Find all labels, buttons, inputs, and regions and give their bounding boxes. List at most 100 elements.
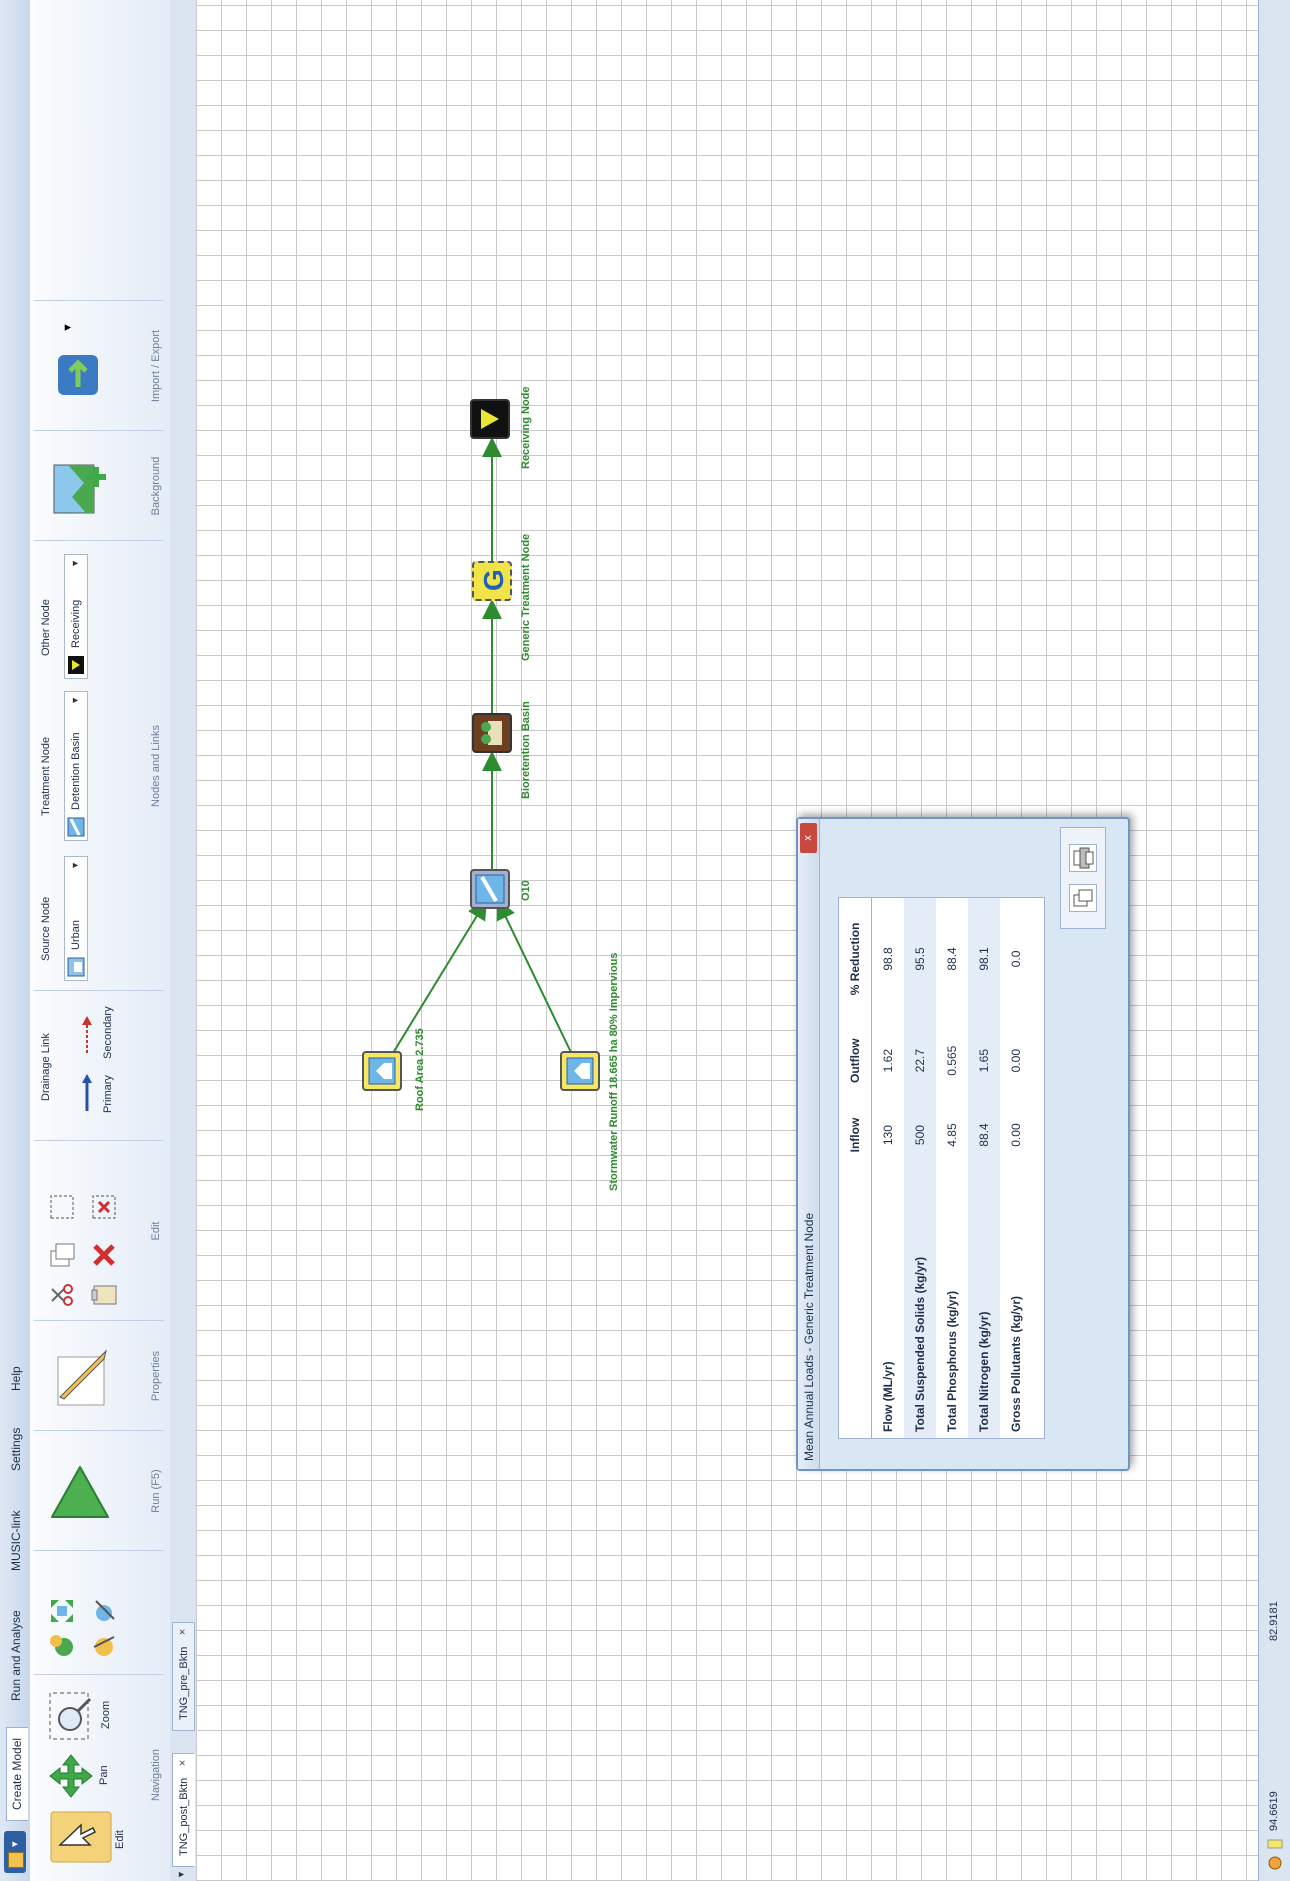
o10-label: O10: [520, 880, 532, 901]
edit-group: Edit: [34, 1140, 164, 1321]
background-group: Background: [34, 430, 164, 541]
properties-button[interactable]: [48, 1345, 117, 1409]
add-node-icon[interactable]: [48, 1633, 81, 1661]
chevron-down-icon: ▼: [70, 861, 80, 870]
tab-settings[interactable]: Settings: [6, 1418, 28, 1481]
doc-tab-pre[interactable]: TNG_pre_Bktn ×: [172, 1621, 195, 1731]
pointer-icon: [50, 1811, 112, 1863]
copy-icon[interactable]: [48, 1241, 81, 1269]
pollutant-name: Total Phosphorus (kg/yr): [945, 1290, 959, 1432]
reduction-value: 0.0: [1009, 950, 1023, 968]
table-row: Gross Pollutants (kg/yr) 0.00 0.00 0.0: [1000, 898, 1032, 1438]
properties-group: Properties: [34, 1320, 164, 1431]
inflow-value: 4.85: [945, 1123, 959, 1147]
column-header-reduction: % Reduction: [839, 898, 872, 1020]
results-table-container: Inflow Outflow % Reduction Flow (ML/yr) …: [838, 897, 1045, 1439]
cut-icon[interactable]: [48, 1281, 81, 1309]
status-location-icon: [1267, 1855, 1288, 1871]
inflow-value: 130: [881, 1125, 895, 1146]
treatment-node-select[interactable]: Detention Basin ▼: [64, 691, 88, 841]
edit-pointer-button[interactable]: [50, 1811, 117, 1863]
chevron-down-icon: ▼: [70, 559, 80, 568]
stormwater-node[interactable]: [560, 1051, 600, 1091]
run-button[interactable]: [48, 1461, 117, 1525]
node-settings-icon[interactable]: [90, 1633, 123, 1661]
generic-treatment-node[interactable]: G: [472, 561, 512, 601]
delete-selection-icon[interactable]: [90, 1193, 123, 1221]
navigation-group: Edit Pan Zoom Navigation: [34, 1674, 164, 1875]
import-export-icon: [58, 355, 98, 395]
run-group-title: Run (F5): [150, 1469, 162, 1513]
other-node-select[interactable]: Receiving ▼: [64, 554, 88, 679]
pan-button[interactable]: [48, 1753, 99, 1799]
close-icon[interactable]: ×: [177, 1629, 189, 1635]
run-play-icon: [51, 1466, 109, 1518]
pollutant-name: Total Suspended Solids (kg/yr): [904, 1168, 936, 1438]
import-export-button[interactable]: [48, 345, 113, 405]
coordinate-x: 94.6619: [1268, 1791, 1280, 1831]
secondary-link-icon: [82, 1016, 92, 1053]
tab-run-and-analyse[interactable]: Run and Analyse: [6, 1600, 28, 1711]
app-menu-button[interactable]: ▾: [4, 1831, 26, 1873]
roof-area-node[interactable]: [362, 1051, 402, 1091]
import-export-menu-arrow-icon[interactable]: ▼: [62, 322, 74, 333]
copy-table-button[interactable]: [1069, 884, 1097, 912]
tab-list-arrow-icon[interactable]: ▼: [176, 1870, 186, 1879]
link-roof-to-o10: [381, 899, 488, 1072]
coordinate-y: 82.9181: [1268, 1601, 1280, 1641]
pan-label: Pan: [98, 1765, 110, 1785]
column-header-inflow: Inflow: [839, 1101, 872, 1169]
pollutant-name: Gross Pollutants (kg/yr): [1009, 1295, 1023, 1432]
doc-tab-post-label: TNG_post_Bktn: [178, 1777, 190, 1856]
close-icon[interactable]: ×: [177, 1760, 189, 1766]
secondary-link-button[interactable]: [80, 1015, 98, 1055]
outflow-value: 1.65: [968, 1019, 1000, 1102]
zoom-button[interactable]: [48, 1691, 101, 1741]
reduction-value: 88.4: [945, 947, 959, 971]
receiving-node[interactable]: [470, 399, 510, 439]
properties-group-title: Properties: [150, 1350, 162, 1402]
bioretention-icon: [481, 721, 502, 745]
chevron-down-icon: ▼: [70, 696, 80, 705]
paste-icon[interactable]: [90, 1281, 123, 1309]
print-table-button[interactable]: [1069, 844, 1097, 872]
zoom-icon: [49, 1692, 92, 1740]
primary-link-label: Primary: [102, 1075, 114, 1113]
status-bar: 94.6619 82.9181: [1258, 0, 1290, 1881]
primary-link-button[interactable]: [80, 1073, 98, 1113]
dialog-close-button[interactable]: x: [800, 823, 817, 853]
table-row: Total Phosphorus (kg/yr) 4.85 0.565 88.4: [936, 898, 968, 1438]
copy-icon: [1073, 889, 1093, 907]
bioretention-node[interactable]: [472, 713, 512, 753]
source-node-header: Source Node: [40, 896, 52, 961]
fit-view-icon[interactable]: [48, 1597, 81, 1625]
tab-music-link[interactable]: MUSIC-link: [6, 1500, 28, 1581]
o10-node[interactable]: [470, 869, 510, 909]
treatment-node-header: Treatment Node: [40, 736, 52, 816]
pollutant-name: Flow (ML/yr): [881, 1361, 895, 1432]
mean-annual-loads-dialog: Mean Annual Loads - Generic Treatment No…: [796, 817, 1130, 1471]
bioretention-label: Bioretention Basin: [520, 701, 532, 799]
pencil-icon: [57, 1349, 107, 1406]
doc-tab-post[interactable]: TNG_post_Bktn ×: [172, 1752, 195, 1867]
run-analyse-group: [34, 1550, 164, 1671]
other-node-value: Receiving: [70, 599, 82, 648]
node-tool-icon[interactable]: [90, 1597, 123, 1625]
inflow-value: 88.4: [968, 1101, 1000, 1169]
source-node-select[interactable]: Urban ▼: [64, 856, 88, 981]
model-canvas[interactable]: Roof Area 2.735 Stormwater Runoff 18.665…: [196, 0, 1258, 1881]
source-node-value: Urban: [70, 920, 82, 950]
select-box-icon[interactable]: [48, 1193, 81, 1221]
reduction-value: 98.8: [881, 947, 895, 971]
document-tab-bar: ▼ TNG_post_Bktn × TNG_pre_Bktn ×: [170, 0, 197, 1881]
delete-icon[interactable]: [90, 1241, 123, 1269]
tab-create-model[interactable]: Create Model: [6, 1726, 28, 1821]
urban-source-icon: [566, 1057, 594, 1085]
detention-basin-icon: [475, 874, 505, 904]
run-group: Run (F5): [34, 1430, 164, 1551]
tab-help[interactable]: Help: [6, 1356, 28, 1401]
dialog-title: Mean Annual Loads - Generic Treatment No…: [798, 819, 820, 1469]
background-button[interactable]: [48, 457, 113, 517]
background-group-title: Background: [150, 456, 162, 516]
stormwater-label: Stormwater Runoff 18.665 ha 80% Impervio…: [608, 952, 620, 1191]
